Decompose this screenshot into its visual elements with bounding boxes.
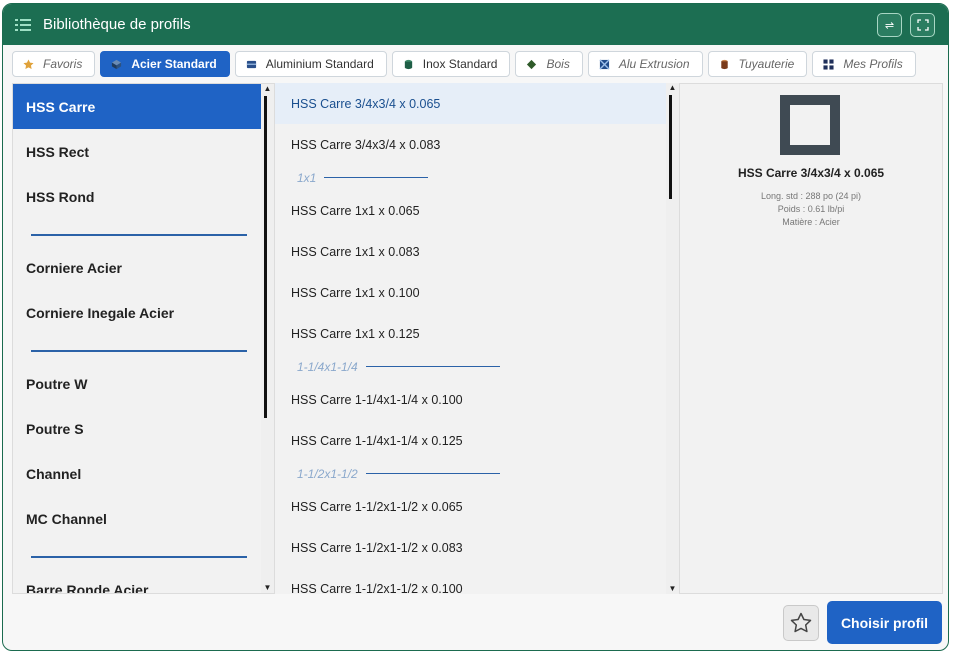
group-divider (324, 177, 429, 178)
category-list: HSS Carre HSS Rect HSS Rond Corniere Aci… (12, 83, 275, 594)
swap-button[interactable]: ⇌ (877, 13, 902, 37)
tab-mes-profils[interactable]: Mes Profils (812, 51, 916, 77)
expand-icon (916, 19, 929, 31)
star-outline-icon (790, 612, 812, 633)
profile-item[interactable]: HSS Carre 1-1/4x1-1/4 x 0.125 (275, 420, 666, 461)
group-divider (365, 366, 500, 367)
category-separator (13, 335, 274, 361)
group-label: 1-1/4x1-1/4 (297, 359, 358, 374)
tab-favoris[interactable]: Favoris (12, 51, 96, 77)
profile-item[interactable]: HSS Carre 3/4x3/4 x 0.065 (275, 83, 666, 124)
scroll-up-arrow[interactable]: ▲ (261, 84, 274, 94)
group-divider (365, 473, 500, 474)
tab-label: Tuyauterie (738, 57, 795, 71)
profile-item[interactable]: HSS Carre 1-1/4x1-1/4 x 0.100 (275, 379, 666, 420)
tab-inox-standard[interactable]: Inox Standard (391, 51, 511, 77)
category-scrollbar[interactable]: ▲ ▼ (261, 84, 274, 593)
tab-label: Bois (546, 57, 570, 71)
tab-label: Mes Profils (843, 57, 903, 71)
category-tabs: Favoris Acier Standard Aluminium Standar… (12, 51, 916, 77)
scroll-down-arrow[interactable]: ▼ (261, 583, 274, 593)
tab-label: Inox Standard (422, 57, 498, 71)
profile-item[interactable]: HSS Carre 1-1/2x1-1/2 x 0.065 (275, 486, 666, 527)
category-item[interactable]: HSS Rond (13, 174, 274, 219)
preview-profile-name: HSS Carre 3/4x3/4 x 0.065 (737, 166, 885, 180)
aluminium-icon (246, 60, 256, 68)
profile-item[interactable]: HSS Carre 3/4x3/4 x 0.083 (275, 124, 666, 165)
expand-button[interactable] (910, 13, 935, 37)
scroll-thumb[interactable] (669, 95, 672, 199)
tab-bois[interactable]: Bois (515, 51, 583, 77)
steel-icon (112, 59, 122, 69)
category-separator (13, 219, 274, 245)
group-header: 1x1 (275, 165, 679, 190)
tab-acier-standard[interactable]: Acier Standard (100, 51, 230, 77)
tab-aluminium-standard[interactable]: Aluminium Standard (234, 51, 387, 77)
category-item[interactable]: Barre Ronde Acier (13, 567, 274, 594)
tab-label: Favoris (43, 57, 83, 71)
extrusion-icon (599, 58, 610, 70)
category-item[interactable]: Corniere Acier (13, 245, 274, 290)
titlebar: Bibliothèque de profils ⇌ (3, 4, 948, 45)
scroll-down-arrow[interactable]: ▼ (666, 584, 679, 594)
category-item[interactable]: Poutre W (13, 361, 274, 406)
tab-label: Aluminium Standard (265, 57, 374, 71)
category-item[interactable]: HSS Rect (13, 129, 274, 174)
profile-item[interactable]: HSS Carre 1x1 x 0.065 (275, 190, 666, 231)
star-icon (23, 58, 34, 69)
choose-profile-button[interactable]: Choisir profil (827, 601, 942, 644)
tab-tuyauterie[interactable]: Tuyauterie (707, 51, 808, 77)
pipe-icon (720, 59, 728, 69)
profile-item[interactable]: HSS Carre 1x1 x 0.125 (275, 313, 666, 354)
profile-scrollbar[interactable]: ▲ ▼ (666, 83, 679, 594)
category-item[interactable]: Channel (13, 451, 274, 496)
preview-weight: Poids : 0.61 lb/pi (777, 204, 845, 214)
category-item[interactable]: HSS Carre (13, 84, 274, 129)
category-item[interactable]: Poutre S (13, 406, 274, 451)
preview-material: Matière : Acier (782, 217, 840, 227)
profile-item[interactable]: HSS Carre 1x1 x 0.100 (275, 272, 666, 313)
tab-label: Acier Standard (131, 57, 217, 71)
profile-preview: HSS Carre 3/4x3/4 x 0.065 Long. std : 28… (679, 83, 943, 594)
wood-icon (527, 59, 537, 69)
group-header: 1-1/2x1-1/2 (275, 461, 679, 486)
scroll-thumb[interactable] (264, 96, 267, 418)
tab-alu-extrusion[interactable]: Alu Extrusion (587, 51, 703, 77)
profile-list: HSS Carre 3/4x3/4 x 0.065 HSS Carre 3/4x… (275, 83, 679, 594)
group-label: 1x1 (297, 170, 317, 185)
swap-icon: ⇌ (884, 19, 895, 32)
profile-library-window: Bibliothèque de profils ⇌ Favoris Acier … (2, 3, 949, 651)
add-favorite-button[interactable] (783, 605, 819, 641)
tab-label: Alu Extrusion (618, 57, 690, 71)
scroll-up-arrow[interactable]: ▲ (666, 83, 679, 93)
category-separator (13, 541, 274, 567)
square-tube-preview-icon (780, 95, 840, 155)
profile-item[interactable]: HSS Carre 1-1/2x1-1/2 x 0.083 (275, 527, 666, 568)
inox-icon (404, 59, 412, 69)
preview-length: Long. std : 288 po (24 pi) (760, 191, 862, 201)
grid-icon (823, 58, 834, 70)
profile-item[interactable]: HSS Carre 1x1 x 0.083 (275, 231, 666, 272)
group-label: 1-1/2x1-1/2 (297, 466, 358, 481)
list-icon (15, 18, 33, 32)
group-header: 1-1/4x1-1/4 (275, 354, 679, 379)
profile-item[interactable]: HSS Carre 1-1/2x1-1/2 x 0.100 (275, 568, 666, 595)
window-title: Bibliothèque de profils (43, 16, 191, 33)
category-item[interactable]: Corniere Inegale Acier (13, 290, 274, 335)
category-item[interactable]: MC Channel (13, 496, 274, 541)
